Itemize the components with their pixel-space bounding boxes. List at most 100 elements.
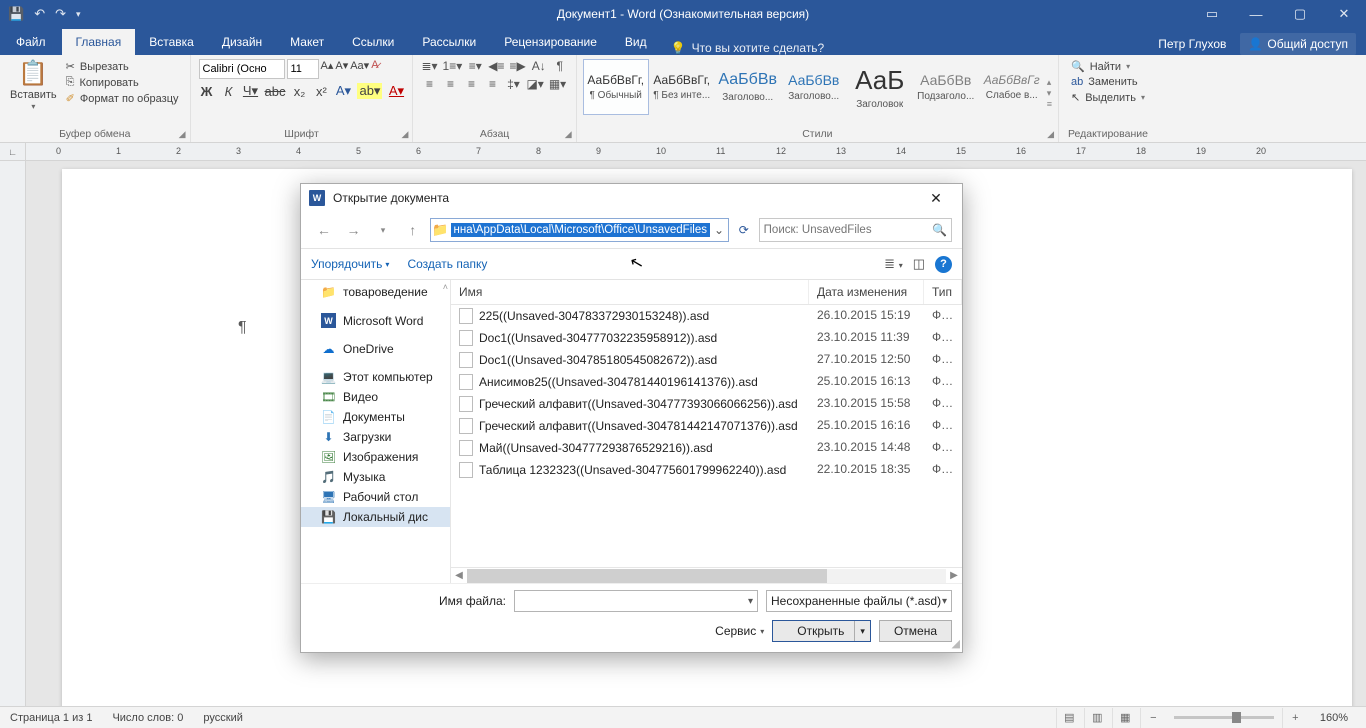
nav-item[interactable]: 📁товароведение <box>301 282 450 302</box>
align-right-icon[interactable]: ≡ <box>463 77 479 91</box>
decrease-font-icon[interactable]: A▾ <box>335 59 348 79</box>
tab-mailings[interactable]: Рассылки <box>408 29 490 55</box>
borders-icon[interactable]: ▦▾ <box>549 77 566 91</box>
nav-item[interactable]: 🖥Рабочий стол <box>301 487 450 507</box>
nav-pane[interactable]: ˄ 📁товароведениеWMicrosoft Word☁OneDrive… <box>301 280 451 583</box>
clear-format-icon[interactable]: A̷ <box>371 59 378 79</box>
horizontal-ruler[interactable]: 01234567891011121314151617181920 <box>26 143 1366 160</box>
chevron-down-icon[interactable]: ⌄ <box>710 223 728 237</box>
tab-home[interactable]: Главная <box>62 29 136 55</box>
font-color-icon[interactable]: A▾ <box>388 83 404 99</box>
file-row[interactable]: Doc1((Unsaved-304785180545082672)).asd27… <box>451 349 962 371</box>
style-item[interactable]: АаБбВвГгСлабое в... <box>979 59 1045 115</box>
multilevel-icon[interactable]: ≡▾ <box>467 59 483 73</box>
change-case-icon[interactable]: Aa▾ <box>350 59 369 79</box>
increase-indent-icon[interactable]: ≡▶ <box>509 59 525 73</box>
style-item[interactable]: АаБЗаголовок <box>847 59 913 115</box>
open-split-icon[interactable]: ▾ <box>854 621 870 641</box>
vertical-ruler[interactable] <box>0 161 26 706</box>
redo-icon[interactable]: ↷ <box>55 6 66 22</box>
tab-file[interactable]: Файл <box>0 29 62 55</box>
tellme[interactable]: 💡 Что вы хотите сделать? <box>671 41 825 55</box>
tab-design[interactable]: Дизайн <box>208 29 276 55</box>
line-spacing-icon[interactable]: ‡▾ <box>505 77 521 91</box>
tab-layout[interactable]: Макет <box>276 29 338 55</box>
undo-icon[interactable]: ↶ <box>34 6 45 22</box>
underline-button[interactable]: Ч▾ <box>243 83 259 99</box>
zoom-in-icon[interactable]: + <box>1282 708 1308 728</box>
replace-button[interactable]: abЗаменить <box>1069 75 1147 89</box>
filename-combo[interactable]: ▾ <box>514 590 758 612</box>
sort-icon[interactable]: A↓ <box>531 59 547 73</box>
close-icon[interactable]: ✕ <box>1322 0 1366 28</box>
col-type[interactable]: Тип <box>924 280 962 304</box>
decrease-indent-icon[interactable]: ◀≡ <box>488 59 504 73</box>
resize-grip-icon[interactable]: ◢ <box>952 637 960 650</box>
superscript-button[interactable]: x² <box>313 84 329 99</box>
file-row[interactable]: Анисимов25((Unsaved-304781440196141376))… <box>451 371 962 393</box>
highlight-icon[interactable]: ab▾ <box>357 83 382 99</box>
file-row[interactable]: Греческий алфавит((Unsaved-3047814421470… <box>451 415 962 437</box>
font-name-input[interactable] <box>199 59 285 79</box>
file-list[interactable]: 225((Unsaved-304783372930153248)).asd26.… <box>451 305 962 567</box>
chevron-down-icon[interactable]: ▾ <box>942 596 947 607</box>
dialog-launcher-icon[interactable]: ◢ <box>402 129 409 140</box>
nav-item[interactable]: ☁OneDrive <box>301 339 450 359</box>
gallery-more-icon[interactable]: ≡ <box>1047 99 1052 109</box>
style-item[interactable]: АаБбВвГг,¶ Без инте... <box>649 59 715 115</box>
copy-button[interactable]: ⎘Копировать <box>63 75 182 90</box>
organize-button[interactable]: Упорядочить ▾ <box>311 257 389 271</box>
style-item[interactable]: АаБбВвЗаголово... <box>781 59 847 115</box>
zoom-out-icon[interactable]: − <box>1140 708 1166 728</box>
search-icon[interactable]: 🔍 <box>932 223 947 237</box>
col-date[interactable]: Дата изменения <box>809 280 924 304</box>
tab-insert[interactable]: Вставка <box>135 29 208 55</box>
nav-item[interactable]: 🎞Видео <box>301 387 450 407</box>
nav-item[interactable]: 💾Локальный дис <box>301 507 450 527</box>
tab-review[interactable]: Рецензирование <box>490 29 611 55</box>
bullets-icon[interactable]: ≣▾ <box>421 59 437 73</box>
nav-item[interactable]: 💻Этот компьютер <box>301 367 450 387</box>
increase-font-icon[interactable]: A▴ <box>321 59 334 79</box>
align-center-icon[interactable]: ≡ <box>442 77 458 91</box>
address-bar[interactable]: 📁 нна\AppData\Local\Microsoft\Office\Uns… <box>430 218 729 242</box>
gallery-up-icon[interactable]: ▴ <box>1047 77 1052 88</box>
user-name[interactable]: Петр Глухов <box>1158 37 1226 51</box>
tab-references[interactable]: Ссылки <box>338 29 408 55</box>
refresh-icon[interactable]: ⟳ <box>733 223 755 237</box>
word-count[interactable]: Число слов: 0 <box>102 712 193 724</box>
select-button[interactable]: ↖Выделить ▾ <box>1069 90 1147 105</box>
filter-combo[interactable]: Несохраненные файлы (*.asd)▾ <box>766 590 952 612</box>
zoom-thumb[interactable] <box>1232 712 1241 723</box>
file-row[interactable]: Таблица 1232323((Unsaved-304775601799962… <box>451 459 962 481</box>
tab-view[interactable]: Вид <box>611 29 661 55</box>
align-left-icon[interactable]: ≡ <box>421 77 437 91</box>
dialog-launcher-icon[interactable]: ◢ <box>565 129 572 140</box>
scroll-right-icon[interactable]: ▶ <box>946 570 962 581</box>
search-input[interactable] <box>764 224 932 236</box>
preview-pane-icon[interactable]: ◫ <box>913 256 925 272</box>
maximize-icon[interactable]: ▢ <box>1278 0 1322 28</box>
find-button[interactable]: 🔍Найти ▾ <box>1069 59 1147 74</box>
ribbon-options-icon[interactable]: ▭ <box>1190 0 1234 28</box>
dialog-launcher-icon[interactable]: ◢ <box>1047 129 1054 140</box>
styles-gallery[interactable]: АаБбВвГг,¶ ОбычныйАаБбВвГг,¶ Без инте...… <box>583 57 1045 128</box>
search-box[interactable]: 🔍 <box>759 218 952 242</box>
justify-icon[interactable]: ≡ <box>484 77 500 91</box>
h-scrollbar[interactable]: ◀ ▶ <box>451 567 962 583</box>
file-row[interactable]: 225((Unsaved-304783372930153248)).asd26.… <box>451 305 962 327</box>
share-button[interactable]: 👤 Общий доступ <box>1240 33 1356 55</box>
style-item[interactable]: АаБбВвЗаголово... <box>715 59 781 115</box>
minimize-icon[interactable]: — <box>1234 0 1278 28</box>
cancel-button[interactable]: Отмена <box>879 620 952 642</box>
language-indicator[interactable]: русский <box>193 712 252 724</box>
scroll-thumb[interactable] <box>467 569 827 583</box>
up-icon[interactable]: ↑ <box>400 218 426 242</box>
tools-button[interactable]: Сервис▾ <box>715 624 764 638</box>
save-icon[interactable]: 💾 <box>8 6 24 22</box>
italic-button[interactable]: К <box>221 84 237 99</box>
read-mode-icon[interactable]: ▤ <box>1056 708 1082 728</box>
help-icon[interactable]: ? <box>935 256 952 273</box>
paste-button[interactable]: 📋 Вставить ▾ <box>6 57 61 128</box>
scroll-left-icon[interactable]: ◀ <box>451 570 467 581</box>
